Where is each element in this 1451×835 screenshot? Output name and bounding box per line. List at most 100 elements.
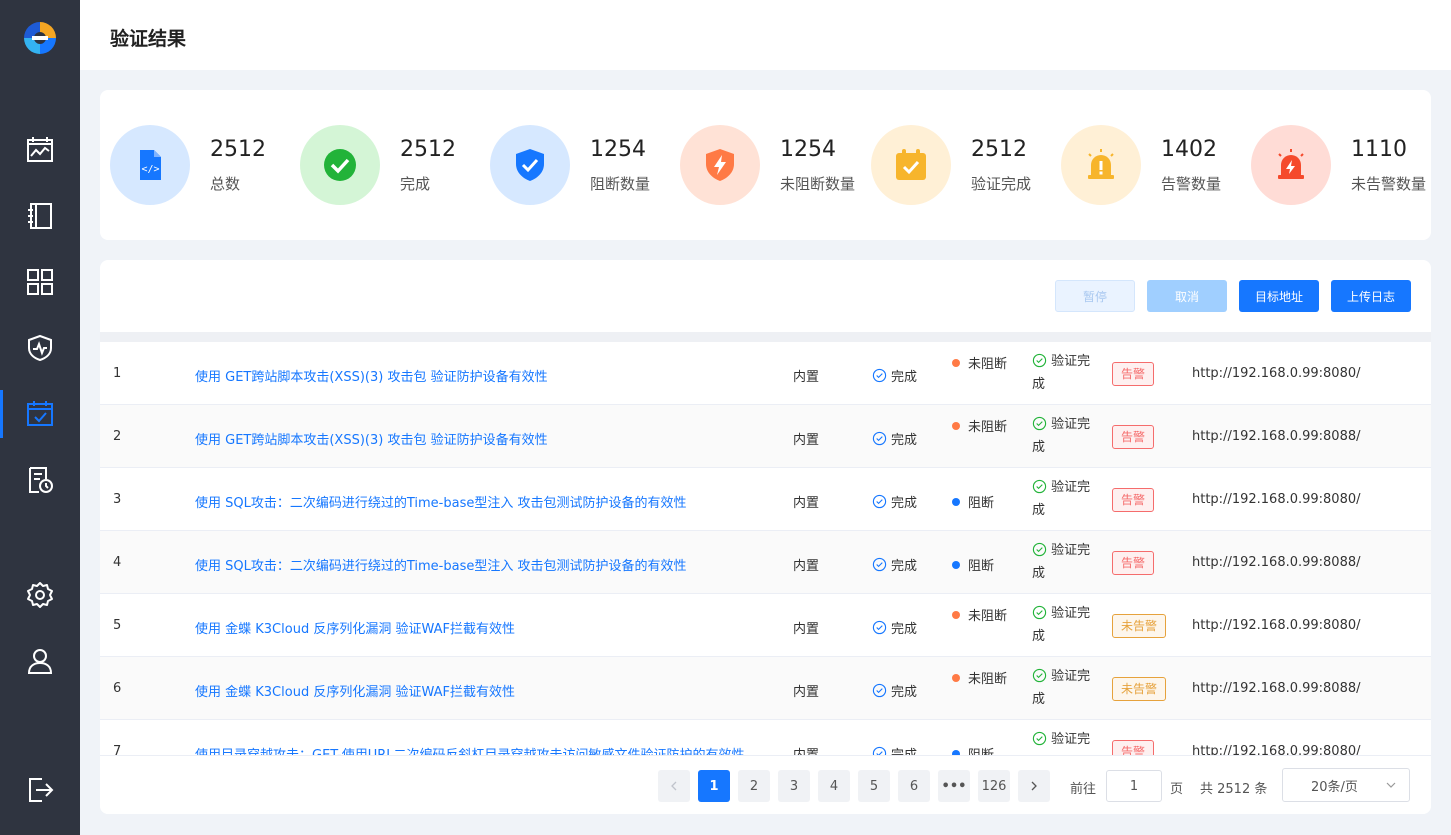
- logout-icon: [29, 778, 54, 802]
- alert-tag: 告警: [1112, 740, 1155, 755]
- check-circle-outline-icon: [872, 494, 887, 509]
- row-name-link[interactable]: 使用目录穿越攻击：GET-使用URL二次编码反斜杠目录穿越攻击访问敏感文件验证防…: [195, 744, 745, 755]
- stats-panel: </> 2512 总数 2512 完成 1254 阻断数量 1254 未阻断数量…: [100, 90, 1431, 240]
- nav-protection[interactable]: [0, 324, 80, 372]
- row-url: http://192.168.0.99:8080/: [1192, 618, 1361, 633]
- stat-label: 总数: [210, 175, 241, 193]
- row-name-link[interactable]: 使用 金蝶 K3Cloud 反序列化漏洞 验证WAF拦截有效性: [195, 681, 515, 700]
- report-clock-icon: [29, 467, 53, 493]
- row-url: http://192.168.0.99:8088/: [1192, 429, 1361, 444]
- check-circle-green-icon: [1032, 542, 1047, 557]
- row-name-link[interactable]: 使用 GET跨站脚本攻击(XSS)(3) 攻击包 验证防护设备有效性: [195, 429, 548, 448]
- table-row[interactable]: 4 使用 SQL攻击：二次编码进行绕过的Time-base型注入 攻击包测试防护…: [100, 531, 1431, 594]
- nav-records[interactable]: [0, 192, 80, 240]
- app-logo[interactable]: [22, 20, 58, 56]
- pagination: 1 2 3 4 5 6 ••• 126 前往 页 共 2512 条 20条/页: [100, 755, 1431, 814]
- page-unit-label: 页: [1170, 782, 1184, 797]
- check-circle-green-icon: [1032, 668, 1047, 683]
- page-title: 验证结果: [110, 28, 187, 50]
- table-row[interactable]: 5 使用 金蝶 K3Cloud 反序列化漏洞 验证WAF拦截有效性 内置 完成 …: [100, 594, 1431, 657]
- stat-value: 2512: [971, 137, 1027, 162]
- alert-tag: 未告警: [1112, 677, 1167, 701]
- page-button[interactable]: 3: [778, 770, 810, 802]
- nav-dashboard[interactable]: [0, 126, 80, 174]
- row-name-link[interactable]: 使用 SQL攻击：二次编码进行绕过的Time-base型注入 攻击包测试防护设备…: [195, 492, 687, 511]
- page-button[interactable]: 2: [738, 770, 770, 802]
- table-header: [100, 332, 1431, 342]
- nav-verify-results[interactable]: [0, 390, 80, 438]
- row-block-label: 未阻断: [968, 357, 1008, 372]
- check-circle-green-icon: [1032, 605, 1047, 620]
- upload-log-button[interactable]: 上传日志: [1331, 280, 1411, 312]
- page-button[interactable]: 1: [698, 770, 730, 802]
- page-header: 验证结果: [80, 0, 1451, 70]
- check-circle-green-icon: [1032, 731, 1047, 746]
- nav-logout[interactable]: [0, 766, 80, 814]
- nav-user[interactable]: [0, 637, 80, 685]
- row-state-label: 完成: [891, 622, 918, 637]
- row-source: 内置: [793, 559, 820, 574]
- table-row[interactable]: 7 使用目录穿越攻击：GET-使用URL二次编码反斜杠目录穿越攻击访问敏感文件验…: [100, 720, 1431, 755]
- table-row[interactable]: 6 使用 金蝶 K3Cloud 反序列化漏洞 验证WAF拦截有效性 内置 完成 …: [100, 657, 1431, 720]
- block-status-dot: [952, 498, 960, 506]
- stat-label: 阻断数量: [590, 175, 651, 193]
- page-button[interactable]: 6: [898, 770, 930, 802]
- block-status-dot: [952, 561, 960, 569]
- page-size-select[interactable]: 20条/页: [1282, 768, 1410, 802]
- page-button[interactable]: 126: [978, 770, 1010, 802]
- page-button[interactable]: 4: [818, 770, 850, 802]
- shield-check-icon: [490, 125, 570, 205]
- row-url: http://192.168.0.99:8088/: [1192, 681, 1361, 696]
- row-verify: 验证完成: [1032, 665, 1092, 711]
- table-row[interactable]: 3 使用 SQL攻击：二次编码进行绕过的Time-base型注入 攻击包测试防护…: [100, 468, 1431, 531]
- next-page-button[interactable]: [1018, 770, 1050, 802]
- nav-reports[interactable]: [0, 456, 80, 504]
- row-name-link[interactable]: 使用 SQL攻击：二次编码进行绕过的Time-base型注入 攻击包测试防护设备…: [195, 555, 687, 574]
- pause-button[interactable]: 暂停: [1055, 280, 1135, 312]
- shield-pulse-icon: [28, 334, 52, 362]
- prev-page-button[interactable]: [658, 770, 690, 802]
- table-row[interactable]: 1 使用 GET跨站脚本攻击(XSS)(3) 攻击包 验证防护设备有效性 内置 …: [100, 342, 1431, 405]
- row-url: http://192.168.0.99:8080/: [1192, 366, 1361, 381]
- stat-value: 2512: [210, 137, 266, 162]
- stat-value: 1402: [1161, 137, 1217, 162]
- row-block: 阻断: [952, 555, 1012, 578]
- check-circle-outline-icon: [872, 683, 887, 698]
- nav-settings[interactable]: [0, 571, 80, 619]
- cancel-button[interactable]: 取消: [1147, 280, 1227, 312]
- row-block: 未阻断: [952, 416, 1012, 439]
- row-block-label: 阻断: [968, 559, 995, 574]
- row-verify: 验证完成: [1032, 602, 1092, 648]
- bell-alert-icon: [1061, 125, 1141, 205]
- row-source: 内置: [793, 496, 820, 511]
- stat-label: 未告警数量: [1351, 175, 1427, 193]
- row-url: http://192.168.0.99:8088/: [1192, 555, 1361, 570]
- row-block: 未阻断: [952, 668, 1012, 691]
- results-table-body: 1 使用 GET跨站脚本攻击(XSS)(3) 攻击包 验证防护设备有效性 内置 …: [100, 342, 1431, 755]
- row-index: 5: [113, 618, 122, 633]
- row-state-label: 完成: [891, 433, 918, 448]
- target-address-button[interactable]: 目标地址: [1239, 280, 1319, 312]
- stat-label: 未阻断数量: [780, 175, 856, 193]
- code-file-icon: </>: [110, 125, 190, 205]
- stat-value: 1254: [780, 137, 836, 162]
- page-button[interactable]: 5: [858, 770, 890, 802]
- alert-tag: 告警: [1112, 362, 1155, 386]
- calendar-check-icon: [871, 125, 951, 205]
- total-count: 共 2512 条: [1200, 782, 1268, 797]
- more-pages-button[interactable]: •••: [938, 770, 970, 802]
- svg-text:</>: </>: [141, 164, 159, 175]
- goto-page-input[interactable]: [1106, 770, 1162, 802]
- check-circle-outline-icon: [872, 746, 887, 755]
- row-name-link[interactable]: 使用 金蝶 K3Cloud 反序列化漏洞 验证WAF拦截有效性: [195, 618, 515, 637]
- block-status-dot: [952, 611, 960, 619]
- row-name-link[interactable]: 使用 GET跨站脚本攻击(XSS)(3) 攻击包 验证防护设备有效性: [195, 366, 548, 385]
- row-index: 4: [113, 555, 122, 570]
- alert-tag: 告警: [1112, 425, 1155, 449]
- block-status-dot: [952, 422, 960, 430]
- row-state-label: 完成: [891, 370, 918, 385]
- table-row[interactable]: 2 使用 GET跨站脚本攻击(XSS)(3) 攻击包 验证防护设备有效性 内置 …: [100, 405, 1431, 468]
- row-url: http://192.168.0.99:8080/: [1192, 744, 1361, 755]
- goto-label: 前往: [1070, 782, 1097, 797]
- nav-apps[interactable]: [0, 258, 80, 306]
